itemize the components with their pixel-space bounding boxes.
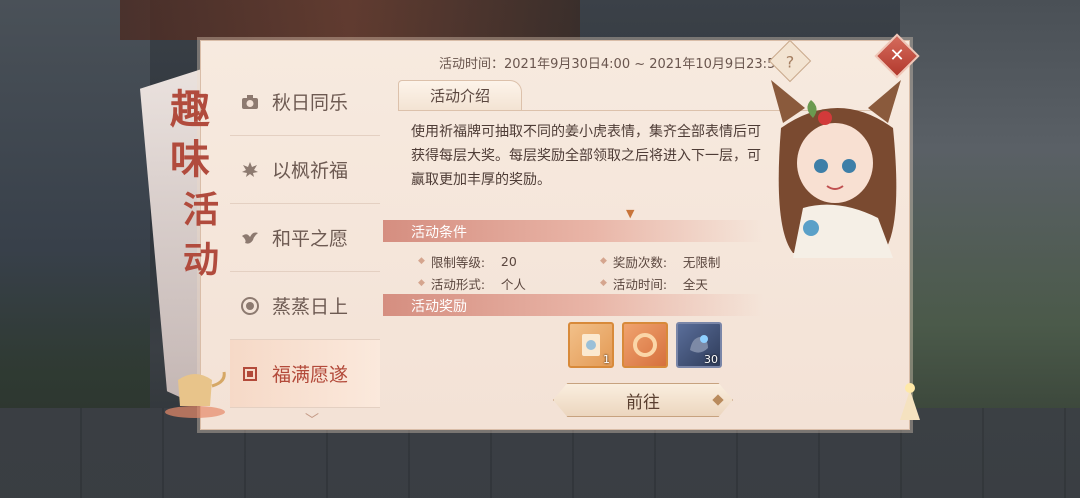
tab-yifeng-qifu[interactable]: 以枫祈福 xyxy=(230,136,380,204)
rewards-header: 活动奖励 xyxy=(383,294,763,316)
tab-label: 以枫祈福 xyxy=(272,160,349,182)
diamond-bullet-icon: ◆ xyxy=(600,256,607,266)
condition-key: 活动形式: xyxy=(430,276,486,292)
activity-time: 活动时间：2021年9月30日4:00 ~ 2021年10月9日23:59 xyxy=(439,57,784,72)
background-roof xyxy=(120,0,580,40)
lucky-card-icon xyxy=(582,334,600,356)
tab-zhengzheng-rishang[interactable]: 蒸蒸日上 xyxy=(230,272,380,340)
reward-item[interactable]: 1 xyxy=(568,322,614,368)
ring-icon xyxy=(633,333,657,357)
condition-level: ◆ 限制等级: 20 xyxy=(418,252,600,271)
condition-value: 无限制 xyxy=(682,254,721,270)
conditions-row: ◆ 活动形式: 个人 ◆ 活动时间: 全天 xyxy=(418,272,798,294)
character-portrait xyxy=(771,80,901,258)
maple-leaf-icon xyxy=(238,158,262,182)
condition-value: 全天 xyxy=(682,276,708,292)
reward-count: 30 xyxy=(704,353,718,366)
condition-key: 活动时间: xyxy=(612,276,668,292)
teapot-decoration xyxy=(165,371,226,418)
reward-count: 1 xyxy=(603,353,610,366)
activity-content: 活动时间：2021年9月30日4:00 ~ 2021年10月9日23:59 ? … xyxy=(383,33,920,430)
tab-fuman-yuansui[interactable]: 福满愿遂 xyxy=(230,340,380,408)
lamp-decoration xyxy=(900,383,920,420)
side-title-char-3: 活 xyxy=(182,189,219,231)
tab-heping-zhiyuan[interactable]: 和平之愿 xyxy=(230,204,380,272)
reward-list: 1 30 xyxy=(568,322,722,368)
conditions-grid: ◆ 限制等级: 20 ◆ 奖励次数: 无限制 ◆ 活动形式: 个人 ◆ 活动时间… xyxy=(418,250,798,294)
reward-item[interactable]: 30 xyxy=(676,322,722,368)
condition-reward-times: ◆ 奖励次数: 无限制 xyxy=(600,252,782,271)
condition-value: 20 xyxy=(500,253,517,269)
diamond-bullet-icon: ◆ xyxy=(418,256,425,266)
reward-item[interactable] xyxy=(622,322,668,368)
close-icon: ✕ xyxy=(889,45,905,66)
conditions-header: 活动条件 xyxy=(383,220,763,242)
condition-time: ◆ 活动时间: 全天 xyxy=(600,274,782,293)
tab-label: 和平之愿 xyxy=(272,228,349,250)
intro-tab[interactable]: 活动介绍 xyxy=(398,80,522,110)
go-button[interactable]: 前往 xyxy=(553,383,733,417)
expand-arrow-icon[interactable]: ▼ xyxy=(626,207,634,220)
side-title-char-2: 味 xyxy=(170,136,210,183)
condition-key: 奖励次数: xyxy=(612,254,668,270)
condition-form: ◆ 活动形式: 个人 xyxy=(418,274,600,293)
tab-label: 秋日同乐 xyxy=(272,92,349,114)
side-title: 趣 味 活 动 xyxy=(160,85,220,285)
activity-tab-list: 秋日同乐 以枫祈福 和平之愿 蒸蒸日上 福满愿遂 xyxy=(230,68,380,408)
tab-qiuri-tongle[interactable]: 秋日同乐 xyxy=(230,68,380,136)
intro-text: 使用祈福牌可抽取不同的姜小虎表情，集齐全部表情后可获得每层大奖。每层奖励全部领取… xyxy=(411,124,761,188)
condition-value: 个人 xyxy=(500,276,526,292)
diamond-bullet-icon: ◆ xyxy=(600,278,607,288)
tab-label: 蒸蒸日上 xyxy=(272,296,349,318)
side-title-char-4: 动 xyxy=(182,239,219,281)
diamond-bullet-icon: ◆ xyxy=(418,278,425,288)
dove-icon xyxy=(238,226,262,250)
tab-label: 福满愿遂 xyxy=(272,364,349,386)
steamer-icon xyxy=(238,294,262,318)
conditions-title: 活动条件 xyxy=(411,225,467,241)
condition-key: 限制等级: xyxy=(430,254,486,270)
side-title-char-1: 趣 xyxy=(170,86,210,133)
conditions-row: ◆ 限制等级: 20 ◆ 奖励次数: 无限制 xyxy=(418,250,798,272)
charm-icon xyxy=(238,362,262,386)
question-icon: ? xyxy=(785,52,795,72)
rewards-title: 活动奖励 xyxy=(411,299,467,315)
camera-icon xyxy=(238,90,262,114)
help-button[interactable]: ? xyxy=(768,39,812,83)
chevron-down-icon[interactable]: ﹀ xyxy=(305,410,319,430)
